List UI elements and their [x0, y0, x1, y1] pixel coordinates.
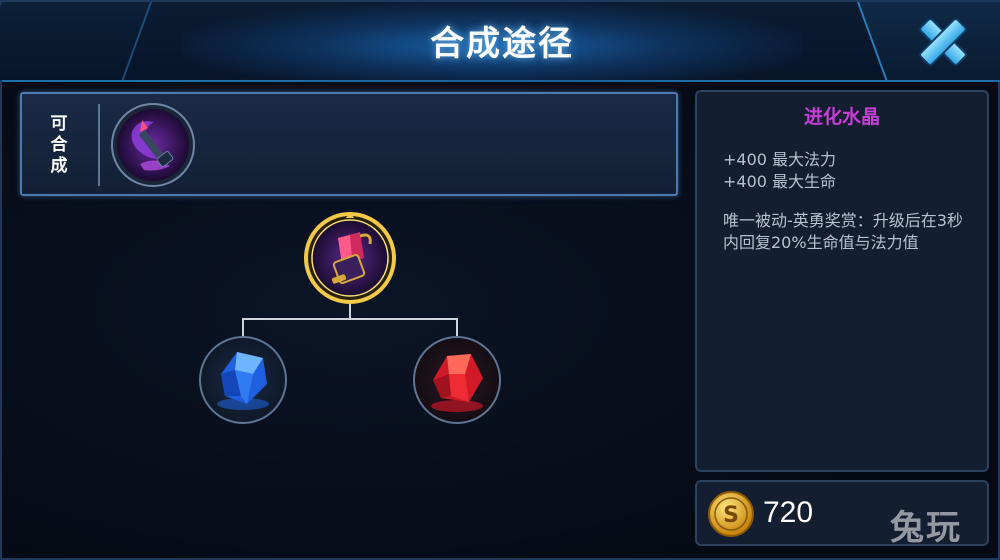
close-button[interactable] [907, 12, 979, 72]
page-title: 合成途径 [430, 24, 574, 64]
item-name: 进化水晶 [803, 106, 880, 128]
item-info-panel: 进化水晶 +400 最大法力 +400 最大生命 唯一被动-英勇奖赏：升级后在3… [695, 90, 989, 472]
blue-crystal-icon[interactable] [197, 334, 289, 426]
svg-text:S: S [723, 503, 739, 528]
tree-item-blue-crystal[interactable] [197, 334, 289, 426]
tree-item-evolution-crystal[interactable] [302, 210, 398, 306]
purple-scythe-staff-icon[interactable] [110, 102, 196, 188]
header-bar: 合成途径 [0, 2, 1000, 82]
item-price: 720 [763, 496, 814, 529]
item-stat-health: +400 最大生命 [723, 172, 837, 191]
item-stat-mana: +400 最大法力 [723, 150, 837, 169]
red-crystal-icon[interactable] [411, 334, 503, 426]
can-upgrade-label-box: 可合成 [32, 106, 82, 184]
divider [98, 104, 100, 186]
watermark: 兔玩 [890, 508, 962, 548]
tree-item-red-crystal[interactable] [411, 334, 503, 426]
upgrade-item-slot[interactable] [110, 102, 196, 188]
can-upgrade-label: 可合成 [46, 113, 67, 177]
evolution-crystal-icon[interactable] [302, 210, 398, 306]
game-window: 合成途径 可合成 进化水晶 +400 最大法力 +400 最大生命 唯一被动-英… [0, 0, 1000, 560]
can-upgrade-bar: 可合成 [20, 92, 678, 196]
tree-connector-horizontal [242, 318, 458, 320]
gold-coin-icon: S [708, 491, 754, 537]
close-x-icon[interactable] [907, 12, 979, 72]
item-passive-description: 唯一被动-英勇奖赏：升级后在3秒内回复20%生命值与法力值 [723, 211, 963, 252]
